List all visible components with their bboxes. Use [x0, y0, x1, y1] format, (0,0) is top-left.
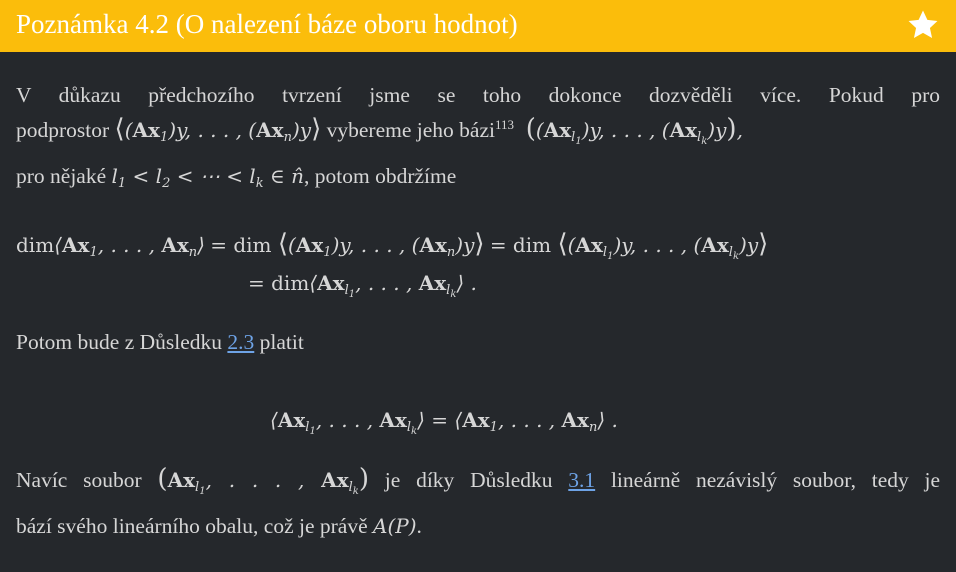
text-potom: , potom obdržíme — [304, 164, 457, 188]
paragraph-1-line-3: pro nějaké l1 < l2 < ⋯ < lk ∈ n̂, potom … — [16, 159, 940, 201]
text-linearne: lineárně nezávislý soubor, tedy je — [610, 468, 941, 492]
text-je-diky: je díky Důsledku — [384, 468, 553, 492]
math-range: A(P) — [373, 514, 417, 538]
paragraph-1-line-1: V důkazu předchozího tvrzení jsme se toh… — [16, 83, 940, 107]
paragraph-1: V důkazu předchozího tvrzení jsme se toh… — [16, 78, 940, 201]
paragraph-3-line-2: bází svého lineárního obalu, což je práv… — [16, 509, 940, 543]
text-period: . — [416, 514, 422, 538]
text-potom-bude: Potom bude z Důsledku — [16, 330, 223, 354]
note-title: Poznámka 4.2 (O nalezení báze oboru hodn… — [16, 9, 518, 39]
footnote-marker[interactable]: 113 — [495, 117, 514, 132]
paragraph-3-line-1: Navíc soubor (Axl1, . . . , Axlk) je dík… — [16, 462, 940, 509]
text-navic: Navíc soubor — [16, 468, 142, 492]
math-span-inline: ⟨(Ax1)y, . . . , (Axn)y⟩ — [114, 114, 322, 145]
paragraph-3: Navíc soubor (Axl1, . . . , Axlk) je dík… — [16, 462, 940, 543]
paragraph-2: Potom bude z Důsledku 2.3 platit — [16, 325, 304, 359]
equation-span-equality: ⟨Axl1, . . . , Axlk⟩ = ⟨Ax1, . . . , Axn… — [270, 408, 618, 437]
text-platit: platit — [259, 330, 304, 354]
text-bazi-sveho: bází svého lineárního obalu, což je práv… — [16, 514, 368, 538]
star-icon[interactable] — [906, 8, 940, 42]
paragraph-1-line-2: podprostor ⟨(Ax1)y, . . . , (Axn)y⟩ vybe… — [16, 112, 940, 159]
math-basis-inline: ((Axl1)y, . . . , (Axlk)y), — [525, 114, 743, 147]
math-subfamily-inline: (Axl1, . . . , Axlk) — [157, 464, 370, 497]
note-header: Poznámka 4.2 (O nalezení báze oboru hodn… — [0, 0, 956, 52]
math-indices: l1 < l2 < ⋯ < lk ∈ n̂ — [111, 164, 304, 191]
ref-link-2-3[interactable]: 2.3 — [227, 330, 254, 354]
equation-dim-line-2: = dim⟨Axl1, . . . , Axlk⟩ . — [248, 271, 477, 300]
text-pro-nejake: pro nějaké — [16, 164, 107, 188]
text-vybereme: vybereme jeho bázi — [326, 118, 495, 142]
text-podprostor: podprostor — [16, 118, 110, 142]
ref-link-3-1[interactable]: 3.1 — [568, 468, 595, 492]
